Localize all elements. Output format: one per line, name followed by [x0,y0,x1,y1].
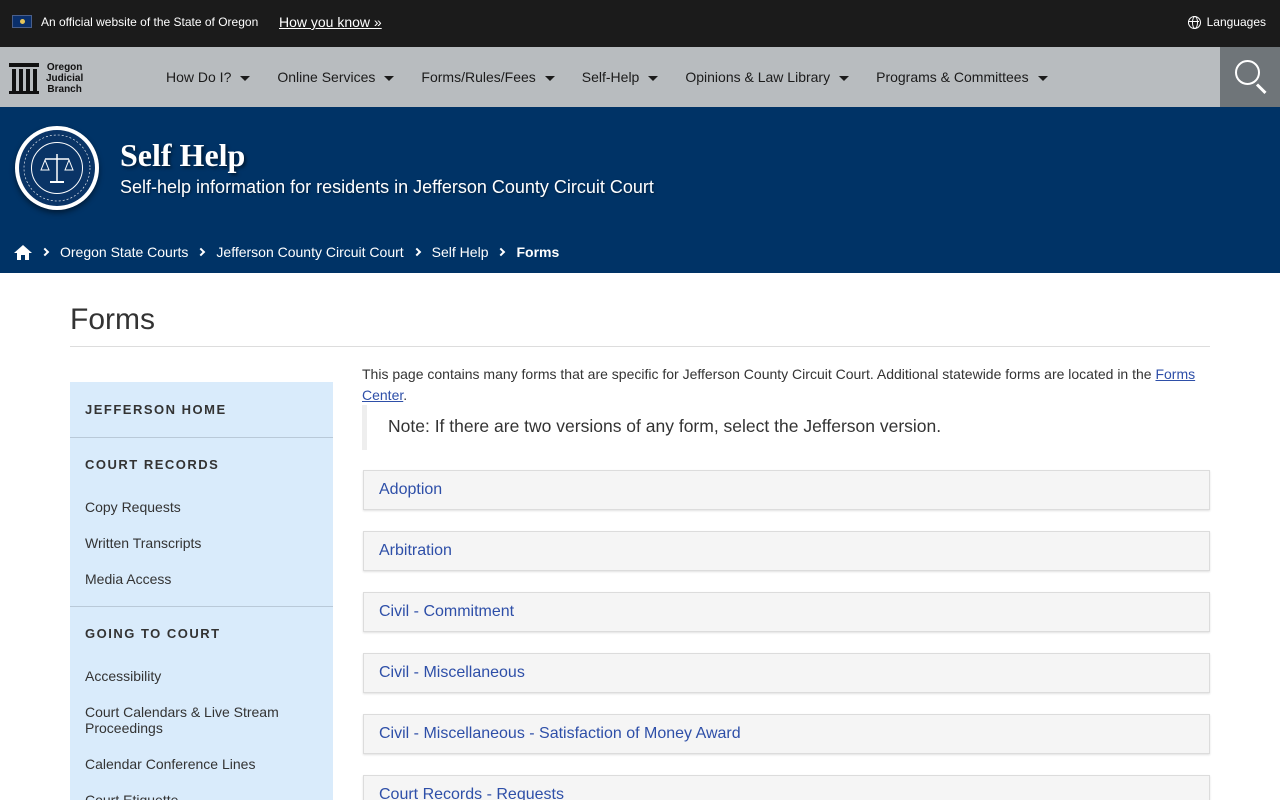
accordion-court-records-requests[interactable]: Court Records - Requests [363,775,1210,800]
languages-button[interactable]: Languages [1187,15,1266,29]
chevron-right-icon [497,247,506,257]
chevron-right-icon [40,247,50,257]
sidebar-jefferson-home[interactable]: JEFFERSON HOME [70,402,333,417]
main-navigation: Oregon Judicial Branch How Do I? Online … [0,47,1280,107]
caret-down-icon [648,75,659,81]
sidebar-item-copy-requests[interactable]: Copy Requests [70,499,333,515]
accordion-adoption[interactable]: Adoption [363,470,1210,510]
caret-down-icon [384,75,395,81]
sidebar-item-conference-lines[interactable]: Calendar Conference Lines [70,756,333,772]
judicial-department-seal-icon [15,126,99,210]
languages-label: Languages [1206,15,1266,29]
nav-forms-rules-fees[interactable]: Forms/Rules/Fees [421,69,555,85]
nav-opinions-law-library[interactable]: Opinions & Law Library [685,69,850,85]
sidebar-item-court-calendars[interactable]: Court Calendars & Live Stream Proceeding… [70,704,333,736]
sidebar-nav: JEFFERSON HOME COURT RECORDS Copy Reques… [70,382,333,800]
hero-subtitle: Self-help information for residents in J… [120,177,654,197]
sidebar-item-court-etiquette[interactable]: Court Etiquette [70,792,333,800]
home-icon[interactable] [14,244,32,260]
hero-title: Self Help [120,137,246,173]
sidebar-item-written-transcripts[interactable]: Written Transcripts [70,535,333,551]
caret-down-icon [240,75,251,81]
breadcrumb-jefferson-county[interactable]: Jefferson County Circuit Court [216,244,403,260]
accordion-civil-miscellaneous[interactable]: Civil - Miscellaneous [363,653,1210,693]
nav-self-help[interactable]: Self-Help [582,69,659,85]
how-you-know-link[interactable]: How you know » [279,14,382,30]
sidebar-item-media-access[interactable]: Media Access [70,571,333,587]
ojb-logo-link[interactable]: Oregon Judicial Branch [9,58,99,98]
caret-down-icon [544,75,555,81]
title-divider [70,346,1210,347]
search-button[interactable] [1220,47,1280,107]
chevron-right-icon [412,247,421,257]
official-banner: An official website of the State of Oreg… [0,0,1280,47]
sidebar-heading-going-to-court[interactable]: GOING TO COURT [70,626,333,641]
breadcrumb-current: Forms [516,244,560,260]
version-note: Note: If there are two versions of any f… [362,405,1210,450]
page-hero: Self Help Self-help information for resi… [0,107,1280,273]
globe-icon [1187,15,1201,29]
caret-down-icon [1037,75,1048,81]
accordion-civil-commitment[interactable]: Civil - Commitment [363,592,1210,632]
breadcrumb-oregon-state-courts[interactable]: Oregon State Courts [60,244,188,260]
nav-programs-committees[interactable]: Programs & Committees [876,69,1048,85]
sidebar-heading-court-records[interactable]: COURT RECORDS [70,457,333,472]
chevron-right-icon [197,247,206,257]
nav-how-do-i[interactable]: How Do I? [166,69,251,85]
accordion-civil-misc-money-award[interactable]: Civil - Miscellaneous - Satisfaction of … [363,714,1210,754]
accordion-arbitration[interactable]: Arbitration [363,531,1210,571]
official-site-text: An official website of the State of Oreg… [41,15,259,29]
intro-paragraph: This page contains many forms that are s… [362,366,1196,403]
courthouse-pillars-icon [9,61,39,95]
breadcrumb-self-help[interactable]: Self Help [432,244,489,260]
caret-down-icon [839,75,850,81]
search-icon [1235,60,1260,85]
nav-online-services[interactable]: Online Services [277,69,395,85]
breadcrumb: Oregon State Courts Jefferson County Cir… [14,243,559,261]
sidebar-item-accessibility[interactable]: Accessibility [70,668,333,684]
page-title: Forms [70,303,155,336]
oregon-flag-icon [12,15,32,28]
logo-text: Oregon Judicial Branch [46,61,84,95]
